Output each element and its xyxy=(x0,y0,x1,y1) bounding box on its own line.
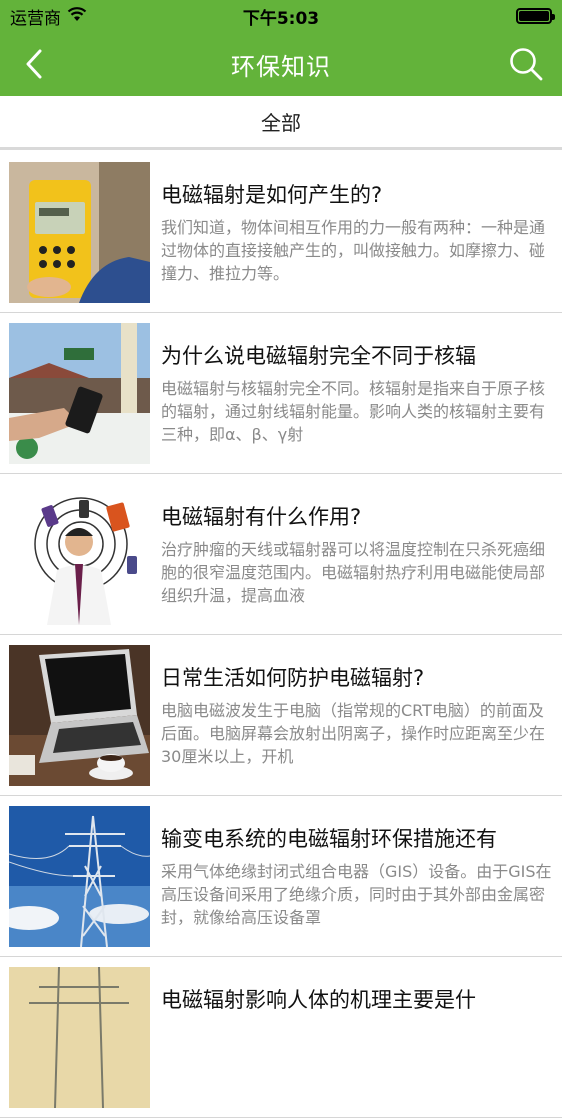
wifi-icon xyxy=(67,6,87,27)
article-summary: 采用气体绝缘封闭式组合电器（GIS）设备。由于GIS在高压设备间采用了绝缘介质，… xyxy=(161,861,552,927)
list-item[interactable]: 日常生活如何防护电磁辐射? 电脑电磁波发生于电脑（指常规的CRT电脑）的前面及后… xyxy=(0,635,562,796)
list-item[interactable]: 为什么说电磁辐射完全不同于核辐 电磁辐射与核辐射完全不同。核辐射是指来自于原子核… xyxy=(0,313,562,474)
article-thumbnail xyxy=(9,644,150,786)
article-thumbnail xyxy=(9,322,150,464)
article-summary: 我们知道，物体间相互作用的力一般有两种：一种是通过物体的直接接触产生的，叫做接触… xyxy=(161,217,546,283)
article-thumbnail xyxy=(9,483,150,625)
article-title: 电磁辐射是如何产生的? xyxy=(161,182,383,207)
article-summary: 电磁辐射与核辐射完全不同。核辐射是指来自于原子核的辐射，通过射线辐射能量。影响人… xyxy=(161,378,546,444)
chevron-left-icon xyxy=(26,49,42,79)
status-left: 运营商 xyxy=(10,4,87,29)
article-title: 电磁辐射有什么作用? xyxy=(161,504,362,529)
article-text: 电磁辐射是如何产生的? 我们知道，物体间相互作用的力一般有两种：一种是通过物体的… xyxy=(161,180,556,285)
article-summary xyxy=(161,1021,556,1090)
nav-bar: 环保知识 xyxy=(0,32,562,96)
category-filter[interactable]: 全部 xyxy=(0,96,562,150)
article-text: 日常生活如何防护电磁辐射? 电脑电磁波发生于电脑（指常规的CRT电脑）的前面及后… xyxy=(161,663,556,768)
search-icon xyxy=(510,48,543,81)
article-text: 输变电系统的电磁辐射环保措施还有 采用气体绝缘封闭式组合电器（GIS）设备。由于… xyxy=(161,824,556,929)
article-text: 电磁辐射有什么作用? 治疗肿瘤的天线或辐射器可以将温度控制在只杀死癌细胞的很窄温… xyxy=(161,502,556,607)
article-thumbnail xyxy=(9,805,150,947)
article-title: 为什么说电磁辐射完全不同于核辐 xyxy=(161,343,476,368)
article-summary: 治疗肿瘤的天线或辐射器可以将温度控制在只杀死癌细胞的很窄温度范围内。电磁辐射热疗… xyxy=(161,539,546,605)
carrier-label: 运营商 xyxy=(10,8,61,29)
article-thumbnail xyxy=(9,161,150,303)
article-summary: 电脑电磁波发生于电脑（指常规的CRT电脑）的前面及后面。电脑屏幕会放射出阴离子，… xyxy=(161,700,546,766)
list-item[interactable]: 电磁辐射是如何产生的? 我们知道，物体间相互作用的力一般有两种：一种是通过物体的… xyxy=(0,152,562,313)
list-item[interactable]: 电磁辐射有什么作用? 治疗肿瘤的天线或辐射器可以将温度控制在只杀死癌细胞的很窄温… xyxy=(0,474,562,635)
page-title: 环保知识 xyxy=(231,52,331,81)
battery-icon xyxy=(516,8,555,24)
article-title: 输变电系统的电磁辐射环保措施还有 xyxy=(161,826,497,851)
status-bar: 运营商 下午5:03 xyxy=(0,0,562,32)
filter-label: 全部 xyxy=(261,111,301,135)
back-button[interactable] xyxy=(16,46,52,82)
list-item[interactable]: 输变电系统的电磁辐射环保措施还有 采用气体绝缘封闭式组合电器（GIS）设备。由于… xyxy=(0,796,562,957)
article-thumbnail xyxy=(9,966,150,1108)
article-list: 电磁辐射是如何产生的? 我们知道，物体间相互作用的力一般有两种：一种是通过物体的… xyxy=(0,152,562,1118)
article-title: 日常生活如何防护电磁辐射? xyxy=(161,665,425,690)
list-item[interactable]: 电磁辐射影响人体的机理主要是什 xyxy=(0,957,562,1118)
article-text: 电磁辐射影响人体的机理主要是什 xyxy=(161,985,556,1090)
search-button[interactable] xyxy=(506,44,546,84)
article-text: 为什么说电磁辐射完全不同于核辐 电磁辐射与核辐射完全不同。核辐射是指来自于原子核… xyxy=(161,341,556,446)
